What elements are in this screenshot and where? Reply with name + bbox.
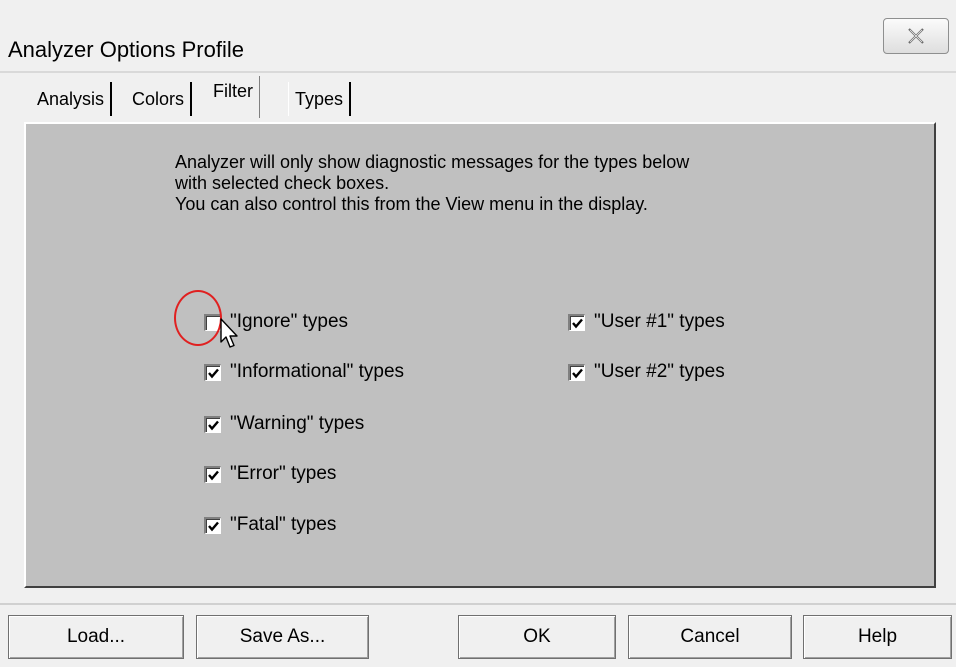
checkbox-informational-types[interactable]: "Informational" types xyxy=(204,358,404,386)
checkbox-warning-types[interactable]: "Warning" types xyxy=(204,410,364,438)
checkbox[interactable] xyxy=(204,313,221,331)
footer-divider xyxy=(0,603,956,605)
checkmark-icon xyxy=(572,368,583,378)
checkbox-label: "Warning" types xyxy=(230,413,365,434)
help-button[interactable]: Help xyxy=(803,615,952,659)
checkbox[interactable] xyxy=(568,313,585,331)
tab-label: Analysis xyxy=(37,89,105,109)
filter-panel: Analyzer will only show diagnostic messa… xyxy=(24,122,936,588)
close-icon xyxy=(908,28,924,44)
checkmark-icon xyxy=(208,420,219,430)
tab-label: Types xyxy=(295,89,344,109)
cancel-button[interactable]: Cancel xyxy=(628,615,792,659)
description-line: You can also control this from the View … xyxy=(175,194,648,214)
checkbox-label: "User #2" types xyxy=(594,361,725,382)
checkbox-label: "Informational" types xyxy=(230,361,405,382)
title-bar: Analyzer Options Profile xyxy=(0,8,956,70)
checkmark-icon xyxy=(208,368,219,378)
ok-button[interactable]: OK xyxy=(458,615,616,659)
checkbox-label: "User #1" types xyxy=(594,311,725,332)
checkbox-error-types[interactable]: "Error" types xyxy=(204,460,336,488)
checkmark-icon xyxy=(208,470,219,480)
checkmark-icon xyxy=(572,318,583,328)
checkbox[interactable] xyxy=(568,363,585,381)
checkbox-label: "Fatal" types xyxy=(230,514,337,535)
checkbox[interactable] xyxy=(204,465,221,483)
tab-label: Filter xyxy=(213,81,253,101)
window-title: Analyzer Options Profile xyxy=(8,37,244,62)
checkbox-user1-types[interactable]: "User #1" types xyxy=(568,308,725,336)
tab-colors[interactable]: Colors xyxy=(126,82,193,116)
checkmark-icon xyxy=(208,521,219,531)
checkbox[interactable] xyxy=(204,363,221,381)
checkbox[interactable] xyxy=(204,415,221,433)
tab-types[interactable]: Types xyxy=(288,82,352,116)
dialog-window: Analyzer Options Profile Analysis Colors… xyxy=(0,0,956,667)
filter-description: Analyzer will only show diagnostic messa… xyxy=(175,152,875,215)
title-divider xyxy=(0,71,956,73)
tab-strip: Analysis Colors Filter Types xyxy=(31,76,631,120)
description-line: with selected check boxes. xyxy=(175,173,390,193)
checkbox-label: "Error" types xyxy=(230,463,337,484)
save-as-button[interactable]: Save As... xyxy=(196,615,369,659)
load-button[interactable]: Load... xyxy=(8,615,184,659)
mouse-pointer-icon xyxy=(220,318,238,348)
tab-analysis[interactable]: Analysis xyxy=(31,82,113,116)
tab-label: Colors xyxy=(132,89,185,109)
close-button[interactable] xyxy=(883,18,949,54)
checkbox-fatal-types[interactable]: "Fatal" types xyxy=(204,511,336,539)
description-line: Analyzer will only show diagnostic messa… xyxy=(175,152,690,172)
checkbox-label: "Ignore" types xyxy=(230,311,349,332)
tab-filter[interactable]: Filter xyxy=(207,76,260,118)
checkbox[interactable] xyxy=(204,516,221,534)
checkbox-user2-types[interactable]: "User #2" types xyxy=(568,358,725,386)
